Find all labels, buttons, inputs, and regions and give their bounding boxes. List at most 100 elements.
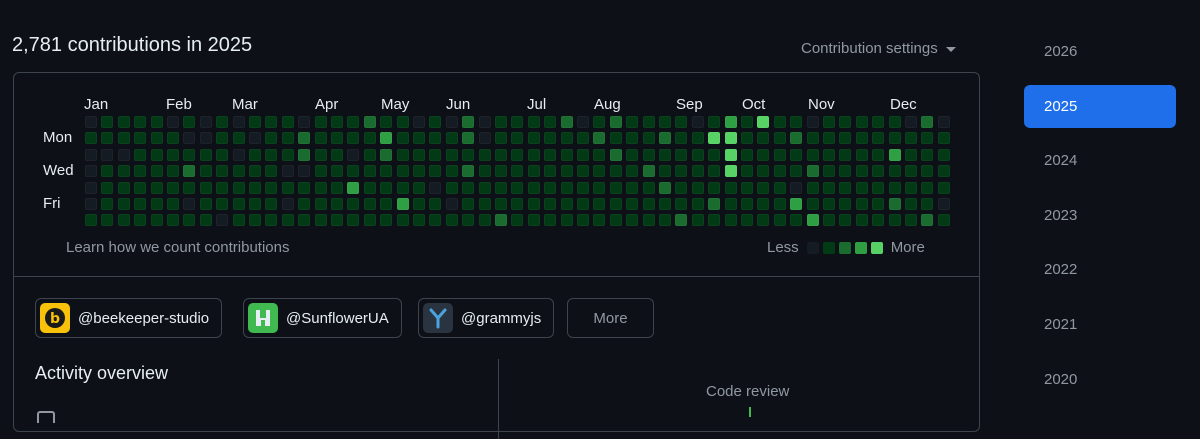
contribution-day-cell[interactable] [495,165,507,178]
contribution-day-cell[interactable] [216,198,229,210]
contribution-day-cell[interactable] [380,198,393,210]
contribution-day-cell[interactable] [101,181,114,194]
contribution-day-cell[interactable] [134,214,147,227]
contribution-day-cell[interactable] [527,116,540,128]
contribution-day-cell[interactable] [445,181,458,194]
contribution-day-cell[interactable] [675,148,688,161]
contribution-day-cell[interactable] [396,198,409,210]
contribution-day-cell[interactable] [577,214,589,227]
contribution-day-cell[interactable] [347,214,360,227]
org-filter-beekeeper-studio[interactable]: b @beekeeper-studio [35,298,223,338]
contribution-day-cell[interactable] [183,116,196,128]
contribution-day-cell[interactable] [429,132,442,145]
contribution-day-cell[interactable] [560,132,573,145]
contribution-day-cell[interactable] [609,132,622,145]
contribution-day-cell[interactable] [380,116,393,128]
contribution-day-cell[interactable] [150,198,163,210]
contribution-day-cell[interactable] [134,116,147,128]
contribution-day-cell[interactable] [249,116,261,128]
contribution-day-cell[interactable] [544,165,557,178]
contribution-day-cell[interactable] [429,148,442,161]
contribution-day-cell[interactable] [675,165,688,178]
contribution-day-cell[interactable] [790,181,803,194]
contribution-day-cell[interactable] [216,165,229,178]
contribution-day-cell[interactable] [790,148,803,161]
contribution-settings-button[interactable]: Contribution settings [801,40,956,57]
contribution-day-cell[interactable] [741,181,753,194]
contribution-day-cell[interactable] [757,165,770,178]
contribution-day-cell[interactable] [347,165,360,178]
contribution-day-cell[interactable] [757,181,770,194]
contribution-day-cell[interactable] [872,116,885,128]
contribution-day-cell[interactable] [544,116,557,128]
contribution-day-cell[interactable] [708,181,721,194]
contribution-day-cell[interactable] [691,181,704,194]
contribution-day-cell[interactable] [691,148,704,161]
contribution-day-cell[interactable] [150,165,163,178]
contribution-day-cell[interactable] [347,116,360,128]
contribution-day-cell[interactable] [741,214,753,227]
contribution-day-cell[interactable] [937,148,950,161]
contribution-day-cell[interactable] [609,198,622,210]
contribution-day-cell[interactable] [232,116,245,128]
contribution-day-cell[interactable] [429,165,442,178]
contribution-day-cell[interactable] [478,116,491,128]
contribution-day-cell[interactable] [216,116,229,128]
contribution-day-cell[interactable] [905,132,917,145]
contribution-day-cell[interactable] [363,198,376,210]
contribution-day-cell[interactable] [790,132,803,145]
contribution-day-cell[interactable] [265,214,278,227]
contribution-day-cell[interactable] [298,148,311,161]
contribution-day-cell[interactable] [839,198,852,210]
contribution-day-cell[interactable] [249,198,261,210]
contribution-day-cell[interactable] [839,116,852,128]
contribution-day-cell[interactable] [249,214,261,227]
contribution-day-cell[interactable] [905,198,917,210]
contribution-day-cell[interactable] [167,214,179,227]
contribution-day-cell[interactable] [249,132,261,145]
year-link-2026[interactable]: 2026 [1024,30,1176,73]
contribution-day-cell[interactable] [626,181,639,194]
contribution-day-cell[interactable] [544,148,557,161]
contribution-day-cell[interactable] [708,165,721,178]
contribution-day-cell[interactable] [593,198,606,210]
contribution-day-cell[interactable] [281,214,294,227]
contribution-day-cell[interactable] [659,132,671,145]
contribution-day-cell[interactable] [560,148,573,161]
contribution-day-cell[interactable] [314,132,327,145]
contribution-day-cell[interactable] [527,214,540,227]
contribution-day-cell[interactable] [413,214,425,227]
contribution-day-cell[interactable] [511,132,524,145]
contribution-day-cell[interactable] [331,148,343,161]
contribution-day-cell[interactable] [183,214,196,227]
contribution-day-cell[interactable] [773,116,786,128]
contribution-day-cell[interactable] [544,181,557,194]
contribution-day-cell[interactable] [363,148,376,161]
contribution-day-cell[interactable] [560,116,573,128]
contribution-day-cell[interactable] [855,214,868,227]
contribution-day-cell[interactable] [150,148,163,161]
contribution-day-cell[interactable] [101,214,114,227]
contribution-day-cell[interactable] [265,132,278,145]
contribution-day-cell[interactable] [937,214,950,227]
contribution-day-cell[interactable] [314,116,327,128]
contribution-day-cell[interactable] [708,198,721,210]
contribution-day-cell[interactable] [823,198,835,210]
contribution-day-cell[interactable] [216,214,229,227]
contribution-day-cell[interactable] [232,148,245,161]
contribution-day-cell[interactable] [872,214,885,227]
contribution-day-cell[interactable] [823,181,835,194]
contribution-day-cell[interactable] [659,148,671,161]
contribution-day-cell[interactable] [823,148,835,161]
contribution-day-cell[interactable] [445,148,458,161]
contribution-day-cell[interactable] [823,214,835,227]
contribution-day-cell[interactable] [921,181,934,194]
contribution-day-cell[interactable] [642,181,655,194]
contribution-day-cell[interactable] [363,132,376,145]
contribution-day-cell[interactable] [183,148,196,161]
contribution-day-cell[interactable] [478,181,491,194]
contribution-day-cell[interactable] [806,116,819,128]
contribution-day-cell[interactable] [117,116,130,128]
contribution-day-cell[interactable] [445,165,458,178]
contribution-day-cell[interactable] [117,198,130,210]
